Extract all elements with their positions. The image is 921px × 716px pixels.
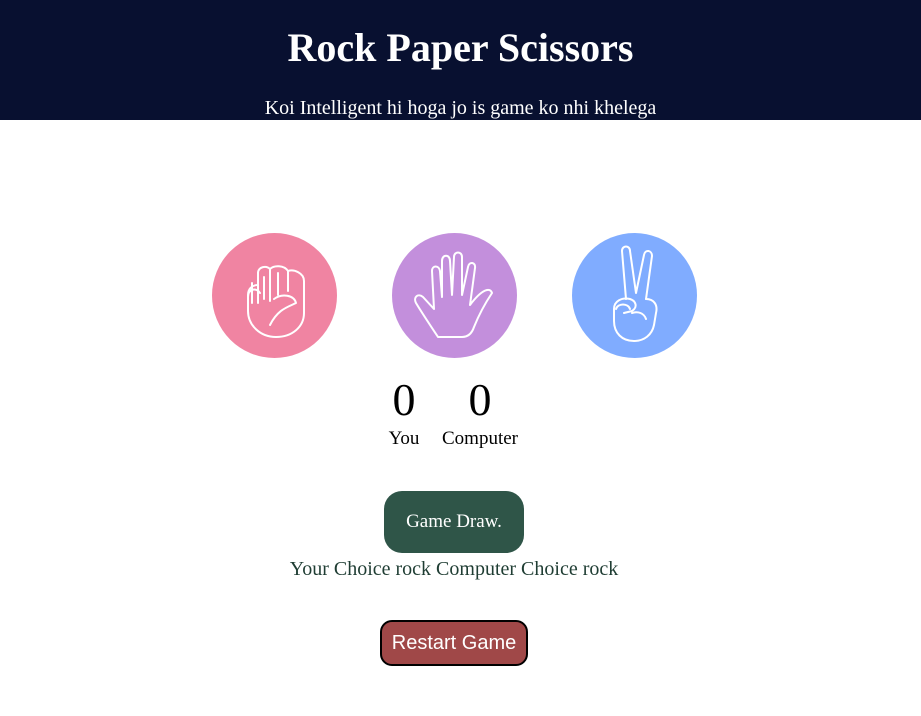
open-hand-icon (414, 251, 493, 338)
computer-score: 0 Computer (436, 372, 524, 450)
peace-hand-icon (613, 245, 658, 342)
fist-icon (247, 265, 305, 338)
user-score-label: You (388, 428, 420, 449)
restart-game-button[interactable]: Restart Game (380, 620, 528, 666)
header: Rock Paper Scissors Koi Intelligent hi h… (0, 0, 921, 120)
user-score-value: 0 (392, 374, 416, 425)
page-title: Rock Paper Scissors (287, 25, 634, 70)
rock-choice-button[interactable] (212, 233, 337, 358)
computer-score-value: 0 (468, 374, 492, 425)
scissors-choice-button[interactable] (572, 233, 697, 358)
user-score: 0 You (380, 372, 428, 450)
paper-choice-button[interactable] (392, 233, 517, 358)
result-message: Game Draw. (384, 491, 524, 553)
page-subtitle: Koi Intelligent hi hoga jo is game ko nh… (264, 97, 657, 119)
computer-score-label: Computer (442, 428, 518, 449)
choices-summary: Your Choice rock Computer Choice rock (289, 558, 619, 580)
